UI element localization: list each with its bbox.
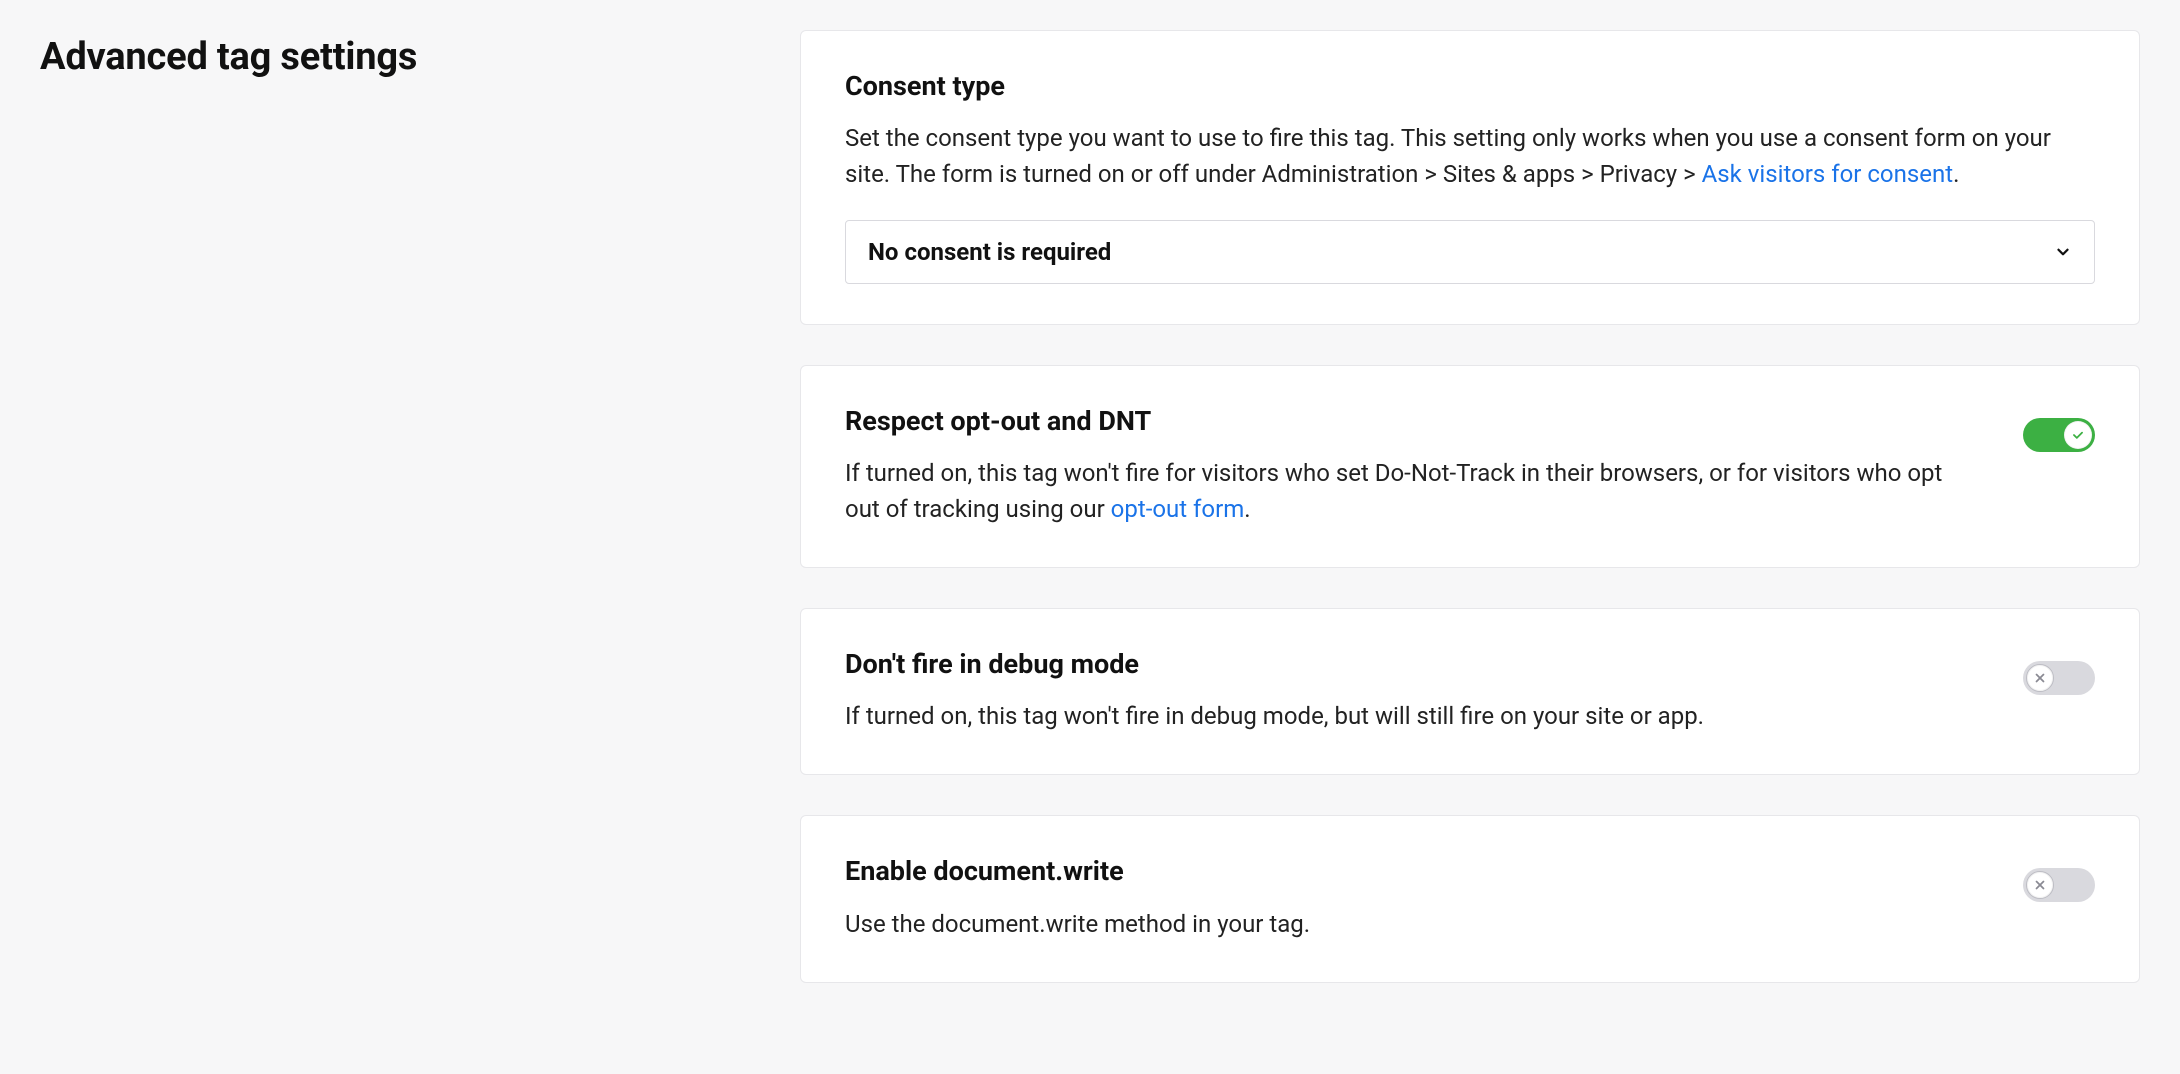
debug-mode-toggle[interactable] xyxy=(2023,661,2095,695)
card-debug-mode: Don't fire in debug mode If turned on, t… xyxy=(800,608,2140,775)
document-write-description: Use the document.write method in your ta… xyxy=(845,906,1983,942)
consent-type-select-value: No consent is required xyxy=(868,235,1111,270)
respect-optout-toggle[interactable] xyxy=(2023,418,2095,452)
respect-optout-description: If turned on, this tag won't fire for vi… xyxy=(845,455,1983,527)
consent-type-title: Consent type xyxy=(845,67,2095,106)
ask-visitors-consent-link[interactable]: Ask visitors for consent xyxy=(1702,160,1953,188)
respect-optout-desc-text: If turned on, this tag won't fire for vi… xyxy=(845,459,1942,523)
debug-mode-description: If turned on, this tag won't fire in deb… xyxy=(845,698,1983,734)
card-consent-type: Consent type Set the consent type you wa… xyxy=(800,30,2140,325)
document-write-title: Enable document.write xyxy=(845,852,1983,891)
debug-mode-title: Don't fire in debug mode xyxy=(845,645,1983,684)
chevron-down-icon xyxy=(2054,243,2072,261)
document-write-toggle[interactable] xyxy=(2023,868,2095,902)
opt-out-form-link[interactable]: opt-out form xyxy=(1111,495,1245,523)
consent-type-select[interactable]: No consent is required xyxy=(845,220,2095,284)
consent-type-description: Set the consent type you want to use to … xyxy=(845,120,2095,192)
consent-type-desc-suffix: . xyxy=(1953,160,1959,188)
card-respect-optout: Respect opt-out and DNT If turned on, th… xyxy=(800,365,2140,568)
respect-optout-title: Respect opt-out and DNT xyxy=(845,402,1983,441)
respect-optout-desc-suffix: . xyxy=(1244,495,1250,523)
check-icon xyxy=(2064,421,2092,449)
card-document-write: Enable document.write Use the document.w… xyxy=(800,815,2140,982)
page-title: Advanced tag settings xyxy=(40,30,760,85)
